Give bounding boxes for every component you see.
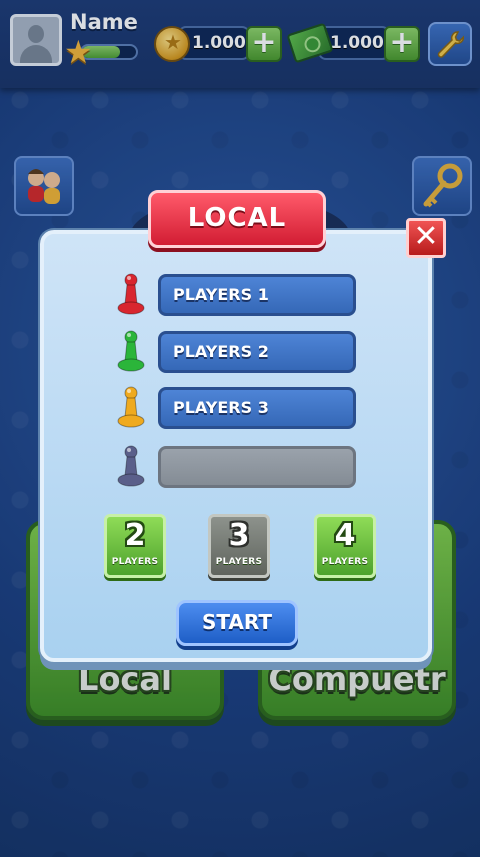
pawn-icon [117,445,145,487]
player-name-field[interactable]: PLAYERS 2 [158,331,356,373]
two-players-number: 2 [124,518,146,553]
pawn-icon [117,273,145,315]
two-players-button[interactable]: 2 PLAYERS [104,514,166,578]
dialog-title: LOCAL [148,190,326,248]
four-players-number: 4 [334,518,356,553]
close-icon: ✕ [413,219,439,254]
three-players-number: 3 [228,518,250,553]
pawn-icon [117,330,145,372]
three-players-button[interactable]: 3 PLAYERS [208,514,270,578]
four-players-label: PLAYERS [321,557,369,567]
player-name-field[interactable]: PLAYERS 1 [158,274,356,316]
close-button[interactable]: ✕ [406,218,446,258]
player-name-field[interactable]: PLAYERS 3 [158,387,356,429]
four-players-button[interactable]: 4 PLAYERS [314,514,376,578]
pawn-icon [117,386,145,428]
player-name-field[interactable] [158,446,356,488]
three-players-label: PLAYERS [215,557,263,567]
start-button[interactable]: START [176,600,298,646]
two-players-label: PLAYERS [111,557,159,567]
